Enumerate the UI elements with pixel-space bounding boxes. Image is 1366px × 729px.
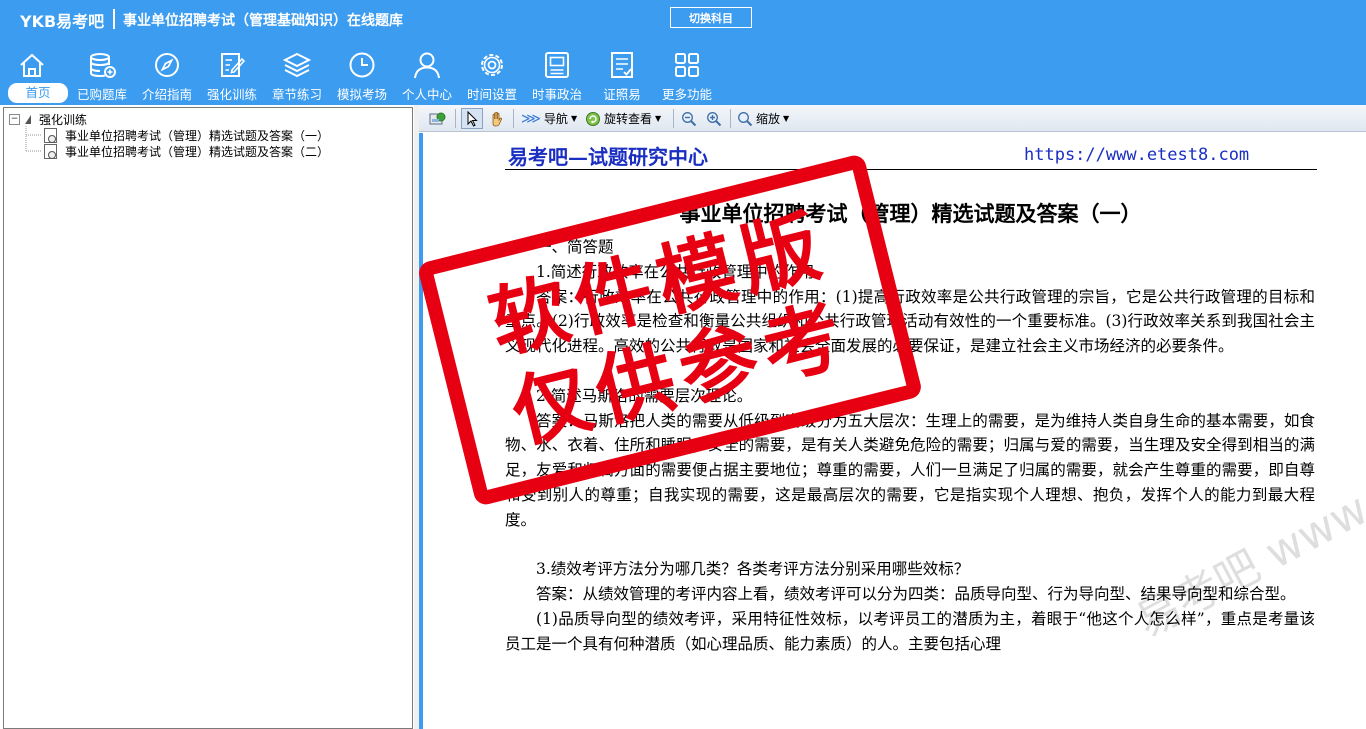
nav-profile[interactable]: 个人中心: [395, 44, 459, 104]
edit-icon: [221, 53, 246, 77]
nav-intensive-training[interactable]: 强化训练: [200, 44, 264, 104]
hand-icon: [492, 111, 502, 126]
compass-icon: [155, 53, 179, 77]
nav-more[interactable]: 更多功能: [655, 44, 719, 104]
tree-root-label: 强化训练: [39, 112, 88, 127]
switch-subject-button[interactable]: 切换科目: [670, 7, 752, 28]
tree-item-label: 事业单位招聘考试（管理）精选试题及答案（二）: [65, 144, 330, 159]
user-icon: [414, 52, 440, 79]
document-header-left: 易考吧—试题研究中心: [508, 145, 708, 169]
magnifier-icon: [738, 111, 753, 126]
dropdown-caret-icon: ▼: [783, 114, 790, 123]
zoom-label: 缩放: [756, 112, 781, 126]
dropdown-caret-icon: ▼: [655, 114, 662, 123]
nav-chapter-practice[interactable]: 章节练习: [265, 44, 329, 104]
select-tool-button[interactable]: [461, 108, 483, 129]
zoom-menu-button[interactable]: 缩放 ▼: [737, 108, 789, 129]
nav-label: 章节练习: [271, 87, 322, 102]
top-bar: YKB易考吧 事业单位招聘考试（管理基础知识）在线题库 切换科目 首页 已购题库…: [0, 0, 1366, 105]
zoom-in-icon: [707, 111, 722, 126]
nav-label: 个人中心: [401, 87, 452, 102]
home-icon: [20, 53, 44, 77]
app-title: 事业单位招聘考试（管理基础知识）在线题库: [123, 13, 403, 29]
nav-label: 介绍指南: [141, 87, 192, 102]
title-divider: [113, 9, 115, 29]
tree-item[interactable]: 事业单位招聘考试（管理）精选试题及答案（一）: [44, 127, 329, 143]
document-icon: [44, 127, 57, 143]
newspaper-icon: [545, 52, 569, 78]
zoom-out-button[interactable]: [681, 108, 697, 129]
dropdown-caret-icon: ▼: [570, 114, 578, 123]
zoom-in-button[interactable]: [706, 108, 722, 129]
gear-icon: [481, 54, 503, 76]
nav-home[interactable]: 首页: [0, 44, 68, 104]
nav-label: 强化训练: [206, 87, 257, 102]
header-rule: [505, 169, 1317, 170]
navigate-icon: ⋙: [521, 110, 541, 127]
question-paragraph: 2.简述马斯洛的需要层次理论。: [536, 386, 753, 405]
navigate-label: 导航: [543, 112, 568, 126]
rotate-label: 旋转查看: [604, 112, 653, 126]
tree-panel: − 强化训练 事业单位招聘考试（管理）精选试题及答案（一） 事业单位招聘考试（管…: [3, 107, 413, 729]
nav-label: 已购题库: [76, 87, 127, 102]
nav-label: 证照易: [603, 87, 641, 102]
viewer-toolbar: ⋙ 导航 ▼ 旋转查看 ▼ 缩放 ▼: [419, 105, 1366, 132]
nav-purchased-bank[interactable]: 已购题库: [70, 44, 134, 104]
rotate-menu-button[interactable]: 旋转查看 ▼: [585, 108, 661, 129]
answer-paragraph: 答案：行政效率在公共行政管理中的作用：(1)提高行政效率是公共行政管理的宗旨，它…: [505, 287, 1315, 356]
folder-icon: [25, 114, 31, 124]
save-snapshot-button[interactable]: [429, 108, 447, 129]
question-paragraph: 3.绩效考评方法分为哪几类？各类考评方法分别采用哪些效标？: [536, 560, 970, 579]
nav-label: 更多功能: [661, 87, 712, 102]
app-logo: YKB易考吧: [20, 12, 105, 31]
document-body: 一、简答题 1.简述行政效率在公共行政管理中的作用。 答案：行政效率在公共行政管…: [505, 235, 1315, 657]
document-icon: [44, 143, 57, 159]
answer-paragraph: 答案：马斯洛把人类的需要从低级到高级分为五大层次：生理上的需要，是为维持人类自身…: [505, 411, 1315, 529]
layers-icon: [282, 52, 312, 78]
answer-paragraph: 答案：从绩效管理的考评内容上看，绩效考评可以分为四类：品质导向型、行为导向型、结…: [536, 585, 1296, 604]
document-header-url: https://www.etest8.com: [1024, 145, 1250, 165]
tree-root-item[interactable]: − 强化训练: [9, 111, 87, 127]
checklist-icon: [611, 52, 633, 78]
document-viewer: ⋙ 导航 ▼ 旋转查看 ▼ 缩放 ▼ 易考吧—试题研究中心 https://ww…: [419, 105, 1366, 729]
nav-time-settings[interactable]: 时间设置: [460, 44, 524, 104]
collapse-toggle-icon[interactable]: −: [9, 113, 20, 125]
nav-label: 时间设置: [466, 87, 517, 102]
nav-label: 模拟考场: [336, 87, 387, 102]
document-title: 事业单位招聘考试（管理）精选试题及答案（一）: [679, 201, 1142, 226]
nav-label: 时事政治: [531, 87, 582, 102]
database-icon: [90, 53, 116, 78]
tree-item-label: 事业单位招聘考试（管理）精选试题及答案（一）: [65, 128, 330, 143]
zoom-out-icon: [682, 111, 697, 126]
snapshot-icon: [429, 112, 446, 124]
document-page: 易考吧—试题研究中心 https://www.etest8.com 事业单位招聘…: [419, 133, 1366, 729]
navigate-menu-button[interactable]: ⋙ 导航 ▼: [521, 108, 577, 129]
tree-item[interactable]: 事业单位招聘考试（管理）精选试题及答案（二）: [44, 143, 329, 159]
nav-current-affairs[interactable]: 时事政治: [525, 44, 589, 104]
title-row: YKB易考吧 事业单位招聘考试（管理基础知识）在线题库 切换科目: [0, 0, 1366, 36]
rotate-icon: [586, 111, 600, 126]
section-heading: 一、简答题: [536, 238, 614, 256]
nav-label: 首页: [8, 83, 68, 103]
nav-mock-exam[interactable]: 模拟考场: [330, 44, 394, 104]
grid-icon: [675, 53, 699, 77]
pan-tool-button[interactable]: [487, 108, 507, 129]
nav-guide[interactable]: 介绍指南: [135, 44, 199, 104]
cursor-icon: [467, 110, 478, 127]
answer-paragraph: (1)品质导向型的绩效考评，采用特征性效标，以考评员工的潜质为主，着眼于“他这个…: [505, 609, 1315, 653]
clock-icon: [349, 52, 375, 78]
question-paragraph: 1.简述行政效率在公共行政管理中的作用。: [536, 262, 830, 281]
nav-certificate[interactable]: 证照易: [590, 44, 654, 104]
